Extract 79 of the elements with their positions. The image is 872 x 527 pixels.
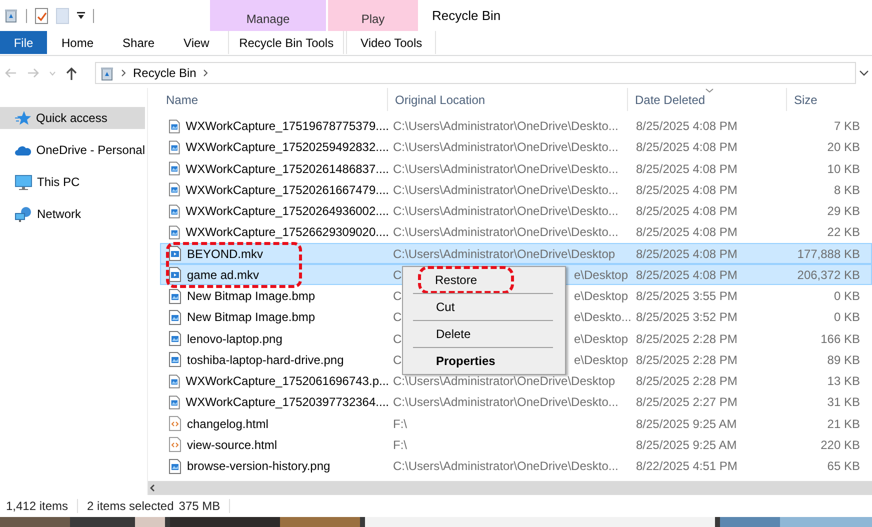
file-size: 206,372 KB (797, 268, 860, 282)
file-size: 65 KB (827, 459, 860, 473)
file-name: changelog.html (187, 416, 268, 430)
contextual-tab-group: Manage (210, 0, 326, 31)
file-size: 0 KB (834, 310, 860, 324)
date-deleted: 8/25/2025 4:08 PM (636, 162, 738, 176)
file-name: browse-version-history.png (187, 459, 330, 473)
file-size: 10 KB (827, 162, 860, 176)
file-size: 0 KB (834, 289, 860, 303)
date-deleted: 8/25/2025 2:28 PM (636, 374, 738, 388)
file-name: WXWorkCapture_17526629309020.... (186, 225, 389, 240)
date-deleted: 8/25/2025 9:25 AM (636, 438, 737, 452)
original-location: C:\Users\Administrator\OneDrive\Deskto... (393, 459, 618, 473)
date-deleted: 8/25/2025 2:28 PM (636, 332, 738, 346)
date-deleted: 8/25/2025 4:08 PM (636, 119, 738, 133)
file-size: 29 KB (827, 204, 860, 218)
file-name: WXWorkCapture_17520397732364.... (186, 395, 389, 410)
file-size: 20 KB (827, 140, 860, 154)
file-size: 31 KB (827, 395, 860, 410)
original-location: e\Desktop (574, 332, 628, 346)
file-size: 21 KB (827, 416, 860, 430)
file-size: 177,888 KB (797, 246, 860, 260)
original-location: e\Desktop (574, 289, 628, 303)
date-deleted: 8/25/2025 3:52 PM (636, 310, 738, 324)
file-size: 220 KB (820, 438, 860, 452)
file-name: view-source.html (187, 438, 278, 452)
file-name: WXWorkCapture_17520261667479.... (186, 182, 389, 197)
original-location: e\Deskto... (574, 310, 632, 324)
date-deleted: 8/25/2025 2:28 PM (636, 352, 738, 367)
file-size: 22 KB (827, 225, 860, 240)
date-deleted: 8/25/2025 4:08 PM (636, 140, 738, 154)
original-location: C (393, 352, 402, 367)
file-size: 7 KB (834, 119, 860, 133)
date-deleted: 8/25/2025 4:08 PM (636, 246, 738, 260)
file-name: toshiba-laptop-hard-drive.png (187, 352, 344, 367)
original-location: C (393, 268, 402, 282)
original-location: C:\Users\Administrator\OneDrive\Deskto... (393, 140, 618, 154)
original-location: C (393, 332, 402, 346)
original-location: C:\Users\Administrator\OneDrive\Desktop (393, 246, 616, 260)
file-name: New Bitmap Image.bmp (187, 310, 316, 324)
file-name: WXWorkCapture_17520264936002.... (186, 204, 389, 218)
file-size: 8 KB (834, 182, 860, 197)
file-name: lenovo-laptop.png (187, 332, 282, 346)
original-location: F:\ (393, 416, 407, 430)
file-size: 166 KB (820, 332, 860, 346)
selection-size: 375 MB (178, 499, 230, 513)
file-name: New Bitmap Image.bmp (187, 289, 316, 303)
original-location: C:\Users\Administrator\OneDrive\Deskto... (393, 182, 618, 197)
window-title: Recycle Bin (431, 7, 501, 25)
original-location: C (393, 310, 402, 324)
file-name: WXWorkCapture_1752061696743.p... (186, 374, 389, 388)
file-name: game ad.mkv (187, 268, 260, 282)
file-name: WXWorkCapture_17520259492832.... (186, 140, 389, 154)
selection-count: 2 items selected (87, 499, 175, 513)
original-location: C:\Users\Administrator\OneDrive\Deskto... (393, 204, 618, 218)
original-location: e\Desktop (574, 352, 628, 367)
original-location: C:\Users\Administrator\OneDrive\Deskto... (393, 162, 618, 176)
file-name: WXWorkCapture_17519678775379.... (186, 119, 389, 133)
file-size: 89 KB (827, 352, 860, 367)
file-size: 13 KB (827, 374, 860, 388)
date-deleted: 8/25/2025 4:08 PM (636, 182, 738, 197)
original-location: C:\Users\Administrator\OneDrive\Deskto... (393, 225, 618, 240)
contextual-tab-group: Play (328, 0, 418, 31)
original-location: C:\Users\Administrator\OneDrive\Deskto... (393, 119, 618, 133)
original-location: C:\Users\Administrator\OneDrive\Desktop (393, 374, 616, 388)
file-name: WXWorkCapture_17520261486837.... (186, 162, 389, 176)
file-name: BEYOND.mkv (187, 246, 264, 260)
date-deleted: 8/25/2025 4:08 PM (636, 225, 738, 240)
date-deleted: 8/22/2025 4:51 PM (636, 459, 738, 473)
original-location: C (393, 289, 402, 303)
date-deleted: 8/25/2025 9:25 AM (636, 416, 737, 430)
original-location: e\Desktop (574, 268, 628, 282)
date-deleted: 8/25/2025 4:08 PM (636, 268, 738, 282)
date-deleted: 8/25/2025 4:08 PM (636, 204, 738, 218)
item-count: 1,412 items (6, 499, 78, 513)
date-deleted: 8/25/2025 2:27 PM (636, 395, 738, 410)
original-location: F:\ (393, 438, 407, 452)
date-deleted: 8/25/2025 3:55 PM (636, 289, 738, 303)
original-location: C:\Users\Administrator\OneDrive\Deskto... (393, 395, 618, 410)
